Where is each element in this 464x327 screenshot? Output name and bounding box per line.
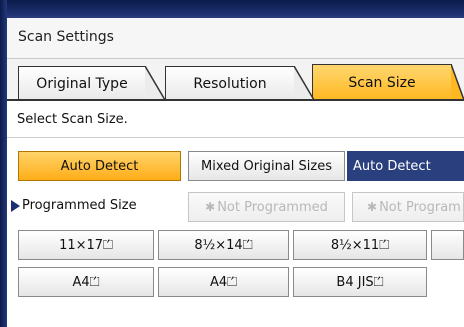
current-size-value: Auto Detect <box>353 158 431 174</box>
current-size-display: Auto Detect <box>347 151 464 181</box>
button-label: 8½×14⏍ <box>194 237 253 253</box>
size-8-5x11-button[interactable]: 8½×11⏍ <box>293 230 427 260</box>
auto-detect-button[interactable]: Auto Detect <box>18 151 181 181</box>
button-label: B4 JIS⏍ <box>336 274 384 290</box>
asterisk-icon: ✱ <box>367 200 378 214</box>
size-a4-portrait-button[interactable]: A4⏍ <box>18 267 154 297</box>
tab-edge <box>451 64 464 100</box>
tab-original-type[interactable]: Original Type <box>18 66 146 100</box>
button-label: Not Program <box>379 199 461 215</box>
programmed-size-label: Programmed Size <box>11 198 137 213</box>
programmed-size-text: Programmed Size <box>22 198 137 213</box>
button-label: Auto Detect <box>60 158 139 174</box>
programmed-slot-1-button[interactable]: ✱ Not Programmed <box>188 192 345 222</box>
button-label: A4⏍ <box>209 274 238 290</box>
size-b4-jis-button[interactable]: B4 JIS⏍ <box>293 267 427 297</box>
button-label: 11×17⏍ <box>59 237 113 253</box>
triangle-right-icon <box>11 199 20 212</box>
scan-size-panel: Select Scan Size. Auto Detect Mixed Orig… <box>7 101 464 327</box>
tab-resolution[interactable]: Resolution <box>165 66 295 100</box>
window-frame-top <box>0 0 464 18</box>
button-label: Mixed Original Sizes <box>201 158 332 174</box>
tab-scan-size[interactable]: Scan Size <box>312 64 452 100</box>
tab-edge <box>294 66 314 100</box>
mixed-original-sizes-button[interactable]: Mixed Original Sizes <box>188 151 345 181</box>
programmed-slot-2-button[interactable]: ✱ Not Program <box>352 192 464 222</box>
size-8-5x14-button[interactable]: 8½×14⏍ <box>158 230 289 260</box>
size-a4-landscape-button[interactable]: A4⏍ <box>158 267 289 297</box>
divider <box>7 137 464 138</box>
button-label: A4⏍ <box>72 274 100 290</box>
instruction-text: Select Scan Size. <box>17 112 128 127</box>
asterisk-icon: ✱ <box>205 200 216 214</box>
size-next-button[interactable] <box>431 230 464 260</box>
page-title: Scan Settings <box>18 29 114 45</box>
window-frame-left <box>0 0 7 327</box>
tab-edge <box>145 66 165 100</box>
button-label: Not Programmed <box>217 199 328 215</box>
button-label: 8½×11⏍ <box>330 237 390 253</box>
size-11x17-button[interactable]: 11×17⏍ <box>18 230 154 260</box>
tab-label: Scan Size <box>348 74 416 91</box>
title-bar: Scan Settings <box>7 18 464 59</box>
tab-label: Resolution <box>193 75 267 92</box>
tab-label: Original Type <box>36 75 128 92</box>
tab-strip: Original Type Resolution Scan Size <box>7 59 464 100</box>
